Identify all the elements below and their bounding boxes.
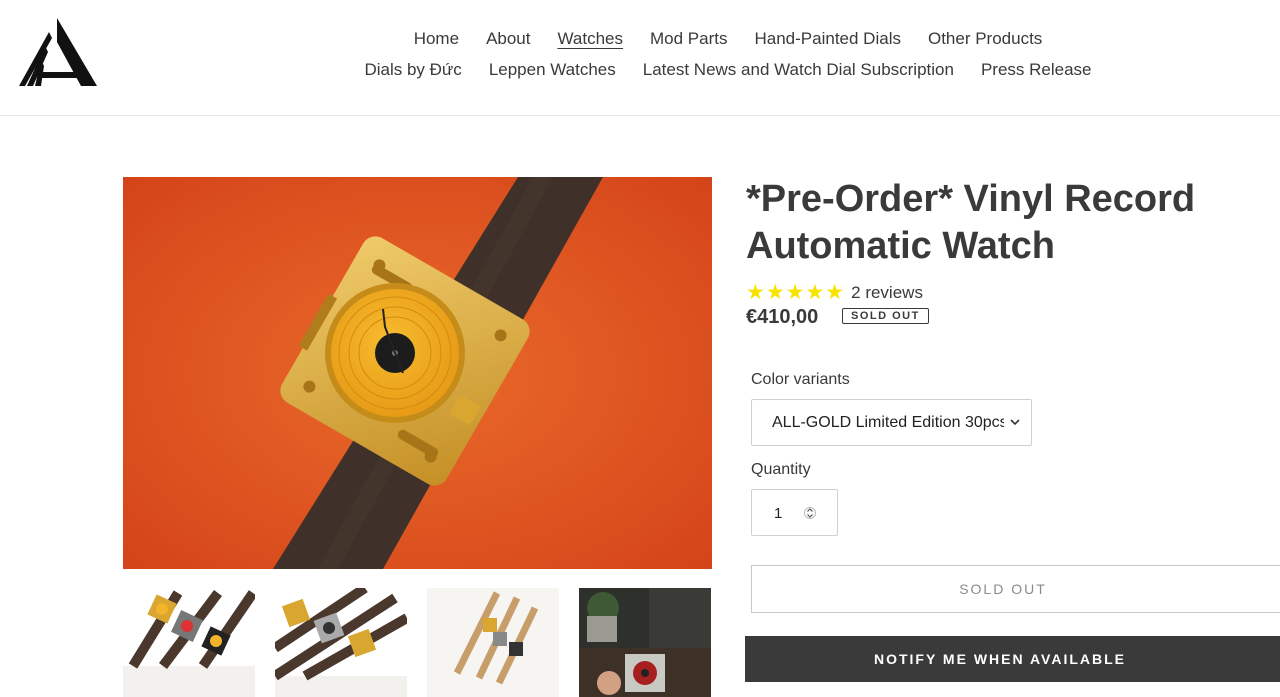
color-variant-select[interactable]: ALL-GOLD Limited Edition 30pcs (751, 399, 1032, 446)
rating-stars-icon: ★★★★★ (746, 281, 846, 304)
spinner-arrows-icon[interactable] (804, 504, 816, 522)
nav-press-release[interactable]: Press Release (981, 60, 1092, 80)
nav-home[interactable]: Home (414, 29, 459, 49)
nav-hand-painted-dials[interactable]: Hand-Painted Dials (755, 29, 901, 49)
sold-out-button[interactable]: SOLD OUT (751, 565, 1280, 613)
nav-about[interactable]: About (486, 29, 530, 49)
quantity-value: 1 (774, 505, 783, 522)
sold-out-badge: SOLD OUT (842, 308, 929, 324)
nav-mod-parts[interactable]: Mod Parts (650, 29, 727, 49)
nav-other-products[interactable]: Other Products (928, 29, 1042, 49)
product-thumbnails (123, 588, 712, 697)
thumbnail-image (579, 588, 711, 697)
nav-leppen-watches[interactable]: Leppen Watches (489, 60, 616, 80)
thumbnail-1[interactable] (123, 588, 255, 697)
thumbnail-image (427, 588, 559, 697)
color-variants-label: Color variants (751, 371, 850, 388)
main-nav-row-2: Dials by Đức Leppen Watches Latest News … (0, 60, 1280, 80)
thumbnail-2[interactable] (275, 588, 407, 697)
thumbnail-image (123, 588, 255, 697)
product-rating: ★★★★★ 2 reviews (746, 280, 923, 305)
chevron-down-icon (1010, 419, 1020, 426)
thumbnail-4[interactable] (579, 588, 711, 697)
product-price: €410,00 (746, 306, 819, 328)
nav-watches[interactable]: Watches (558, 29, 624, 49)
watch-photo (123, 177, 712, 569)
notify-me-button[interactable]: NOTIFY ME WHEN AVAILABLE (745, 636, 1280, 682)
nav-latest-news[interactable]: Latest News and Watch Dial Subscription (643, 60, 954, 80)
quantity-label: Quantity (751, 461, 811, 478)
product-main-image[interactable] (123, 177, 712, 569)
site-header: Home About Watches Mod Parts Hand-Painte… (0, 0, 1280, 116)
thumbnail-3[interactable] (427, 588, 559, 697)
quantity-stepper[interactable]: 1 (751, 489, 838, 536)
main-nav-row-1: Home About Watches Mod Parts Hand-Painte… (0, 29, 1280, 49)
nav-dials-by-duc[interactable]: Dials by Đức (364, 60, 461, 80)
color-variant-value: ALL-GOLD Limited Edition 30pcs (772, 414, 1004, 431)
reviews-link[interactable]: 2 reviews (851, 283, 923, 303)
thumbnail-image (275, 588, 407, 697)
product-title: *Pre-Order* Vinyl Record Automatic Watch (746, 178, 1196, 267)
